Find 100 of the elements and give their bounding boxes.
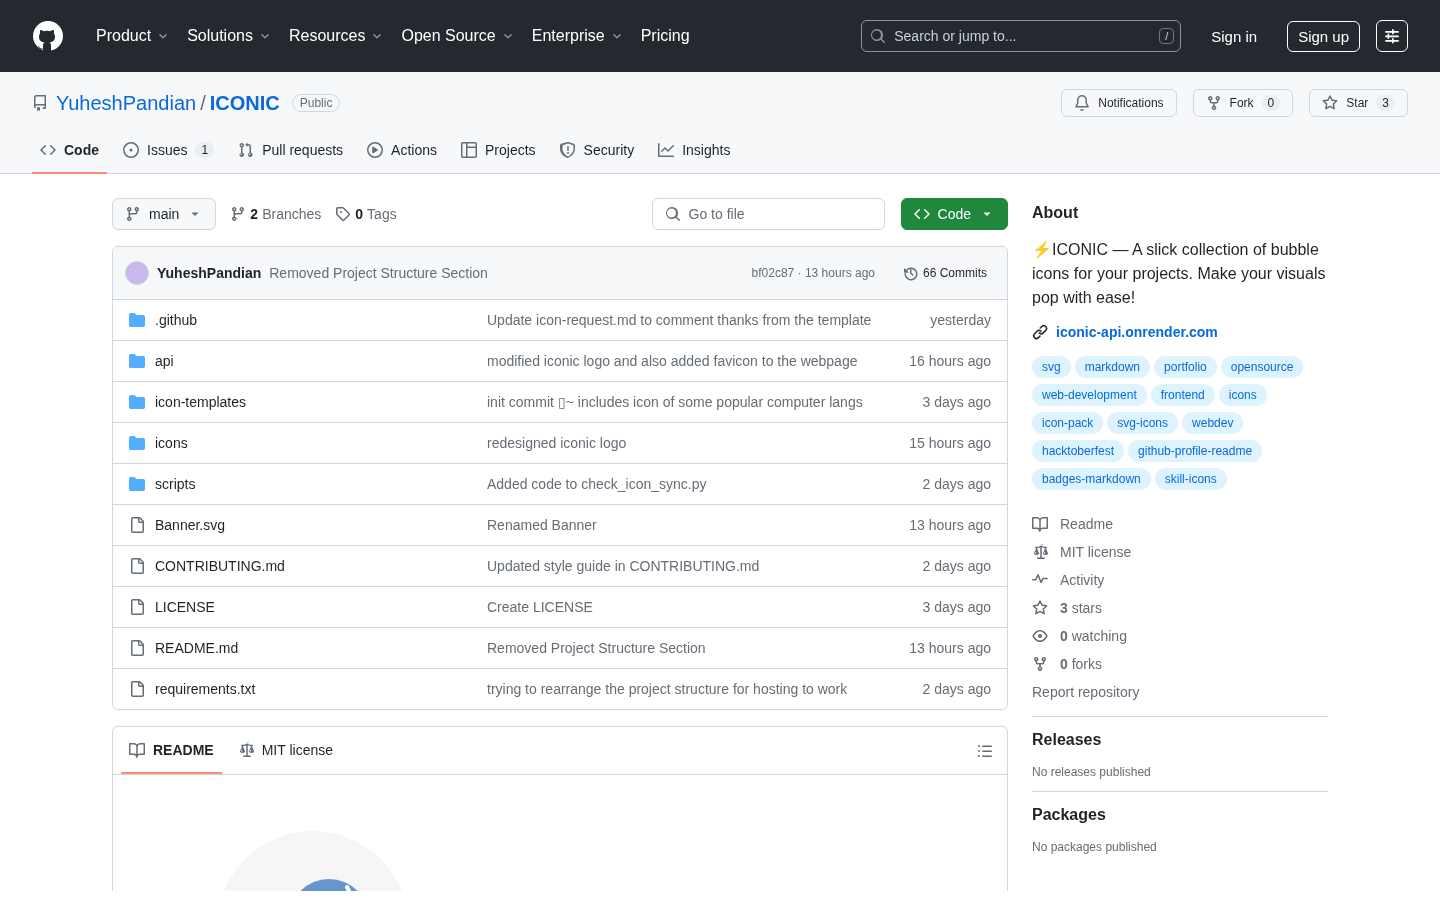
website-link[interactable]: iconic-api.onrender.com	[1056, 324, 1218, 340]
code-button[interactable]: Code	[900, 198, 1008, 230]
fork-button[interactable]: Fork 0	[1192, 89, 1294, 117]
file-name-link[interactable]: CONTRIBUTING.md	[155, 558, 285, 574]
counter: 1	[195, 142, 215, 158]
link-icon	[1032, 324, 1048, 340]
search-field[interactable]: Search or jump to... /	[861, 20, 1182, 52]
file-name-link[interactable]: .github	[155, 312, 198, 328]
file-name-link[interactable]: scripts	[155, 476, 196, 492]
repo-tab[interactable]: Actions	[359, 142, 445, 174]
commit-time: 13 hours ago	[909, 640, 991, 656]
file-name-link[interactable]: LICENSE	[155, 599, 215, 615]
commit-message-link[interactable]: modified iconic logo and also added favicon to the webpage	[487, 353, 910, 369]
tags-link[interactable]: 0 Tags	[335, 206, 397, 222]
file-name-link[interactable]: requirements.txt	[155, 681, 256, 697]
file-name-link[interactable]: Banner.svg	[155, 517, 226, 533]
star-icon	[1322, 95, 1339, 111]
repo-tab[interactable]: Projects	[453, 142, 544, 174]
commit-time: 2 days ago	[922, 476, 991, 492]
commit-message-link[interactable]: Updated style guide in CONTRIBUTING.md	[487, 558, 923, 574]
nav-menu-item[interactable]: Product	[88, 27, 180, 45]
sidebar-link[interactable]: 3 stars	[1032, 594, 1328, 622]
topic-tag[interactable]: svg-icons	[1107, 412, 1179, 434]
repo-owner-link[interactable]: YuheshPandian	[56, 91, 197, 115]
repo-tab[interactable]: Issues 1	[115, 142, 223, 174]
sidebar-link[interactable]: Activity	[1032, 566, 1328, 594]
sign-up-button[interactable]: Sign up	[1287, 20, 1360, 52]
branch-selector[interactable]: main	[112, 198, 217, 230]
repo-name-link[interactable]: ICONIC	[209, 91, 280, 115]
nav-menu-item[interactable]: Pricing	[632, 27, 698, 45]
octocat-logo-icon[interactable]	[32, 20, 64, 52]
file-icon	[129, 640, 145, 656]
report-repository-link[interactable]: Report repository	[1032, 678, 1328, 706]
topic-tag[interactable]: icon-pack	[1032, 412, 1104, 434]
commit-message-link[interactable]: init commit ▯~ includes icon of some popular computer langs	[487, 394, 923, 410]
file-name-link[interactable]: icon-templates	[155, 394, 247, 410]
counter: 3	[1376, 95, 1395, 111]
file-name-link[interactable]: README.md	[155, 640, 239, 656]
topic-tag[interactable]: markdown	[1074, 356, 1151, 378]
topic-tag[interactable]: svg	[1032, 356, 1071, 378]
nav-menu-item[interactable]: Solutions	[179, 27, 281, 45]
repo-description: ⚡ICONIC — A slick collection of bubble icons for your projects. Make your visuals pop with ease!	[1032, 240, 1327, 308]
commit-message-link[interactable]: Removed Project Structure Section	[269, 265, 744, 281]
sidebar-link[interactable]: Readme	[1032, 510, 1328, 538]
topic-tag[interactable]: frontend	[1150, 384, 1215, 406]
nav-menu-item[interactable]: Enterprise	[523, 27, 633, 45]
commit-message-link[interactable]: trying to rearrange the project structure for hosting to work	[487, 681, 923, 697]
commit-message-link[interactable]: Create LICENSE	[487, 599, 923, 615]
sign-in-link[interactable]: Sign in	[1205, 26, 1264, 46]
topic-tag[interactable]: icons	[1218, 384, 1267, 406]
list-icon	[977, 742, 993, 759]
branches-link[interactable]: 2 Branches	[230, 206, 322, 222]
commit-message-link[interactable]: redesigned iconic logo	[487, 435, 910, 451]
commit-time: yesterday	[930, 312, 991, 328]
repo-tab[interactable]: Insights	[650, 142, 739, 174]
topic-tag[interactable]: skill-icons	[1154, 468, 1227, 490]
sidebar-link[interactable]: 0 forks	[1032, 650, 1328, 678]
topic-tag[interactable]: portfolio	[1154, 356, 1217, 378]
folder-icon	[129, 312, 145, 328]
repo-tab[interactable]: Security	[551, 142, 643, 174]
commit-hash-time: bf02c87 · 13 hours ago	[751, 266, 875, 280]
readme-tab[interactable]: MIT license	[229, 727, 341, 774]
readme-tab[interactable]: README	[121, 727, 222, 774]
star-button[interactable]: Star 3	[1309, 89, 1408, 117]
commit-time: 13 hours ago	[909, 517, 991, 533]
go-to-file-field[interactable]: Go to file	[651, 198, 885, 230]
topic-tag[interactable]: webdev	[1182, 412, 1244, 434]
search-icon	[870, 28, 887, 44]
history-icon	[903, 265, 919, 281]
sidebar-link[interactable]: MIT license	[1032, 538, 1328, 566]
commit-author-link[interactable]: YuheshPandian	[157, 265, 262, 281]
fork-icon	[1032, 656, 1048, 672]
commit-message-link[interactable]: Renamed Banner	[487, 517, 910, 533]
notifications-button[interactable]: Notifications	[1061, 89, 1177, 117]
topic-tag[interactable]: web-development	[1032, 384, 1147, 406]
topic-tag[interactable]: github-profile-readme	[1128, 440, 1263, 462]
repo-tab[interactable]: Pull requests	[230, 142, 352, 174]
commit-message-link[interactable]: Added code to check_icon_sync.py	[487, 476, 923, 492]
book-icon	[129, 741, 145, 758]
topic-tag[interactable]: badges-markdown	[1032, 468, 1151, 490]
topic-tag[interactable]: hacktoberfest	[1032, 440, 1125, 462]
menu-button[interactable]	[1376, 20, 1408, 52]
section-heading: Packages	[1032, 806, 1107, 824]
commit-time: 2 days ago	[922, 558, 991, 574]
nav-menu-item[interactable]: Open Source	[393, 27, 524, 45]
commit-time: 2 days ago	[922, 681, 991, 697]
folder-icon	[129, 394, 145, 410]
file-name-link[interactable]: icons	[155, 435, 188, 451]
folder-icon	[129, 435, 145, 451]
repo-tab[interactable]: Code	[32, 142, 107, 174]
sidebar-link[interactable]: 0 watching	[1032, 622, 1328, 650]
commit-message-link[interactable]: Update icon-request.md to comment thanks from the template	[487, 312, 931, 328]
topic-tag[interactable]: opensource	[1220, 356, 1304, 378]
commit-message-link[interactable]: Removed Project Structure Section	[487, 640, 910, 656]
nav-menu-item[interactable]: Resources	[280, 27, 394, 45]
file-name-link[interactable]: api	[155, 353, 174, 369]
section-heading: Releases	[1032, 731, 1103, 749]
star-icon	[1032, 600, 1048, 616]
folder-icon	[129, 353, 145, 369]
commits-link[interactable]: 66 Commits	[895, 265, 995, 281]
